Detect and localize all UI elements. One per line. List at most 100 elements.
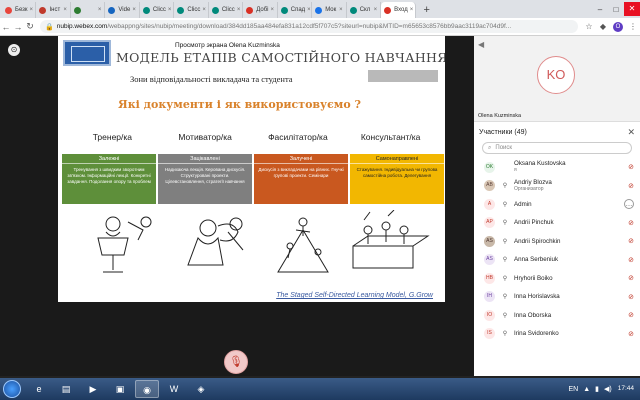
participant-audio-icon: ⚲ bbox=[502, 312, 508, 319]
close-panel-icon[interactable]: ✕ bbox=[627, 127, 635, 138]
folder-taskbar-icon[interactable]: ▤ bbox=[54, 380, 78, 398]
tab-label: Vide bbox=[118, 7, 131, 13]
participant-row[interactable]: A ⚲ Admin… bbox=[474, 195, 640, 214]
tab-close-icon[interactable]: × bbox=[408, 7, 414, 13]
participant-row[interactable]: OK Oksana Kustovska я ⊘ bbox=[474, 158, 640, 177]
speaker-name: Olena Kuzminska bbox=[478, 113, 522, 119]
role-facilitator: Фасилітатор/ка bbox=[268, 132, 328, 142]
browser-tab[interactable]: Clicc × bbox=[140, 2, 175, 18]
browser-tab[interactable]: Мок × bbox=[312, 2, 347, 18]
tab-favicon-icon bbox=[384, 6, 392, 14]
browser-tab[interactable]: Інст × bbox=[36, 2, 71, 18]
participant-row[interactable]: AS ⚲ Andrii Spirochkin ⊘ bbox=[474, 232, 640, 251]
share-options-icon[interactable]: ⊙ bbox=[8, 44, 20, 56]
tab-close-icon[interactable]: × bbox=[269, 7, 275, 13]
participant-audio-icon: ⚲ bbox=[502, 183, 508, 190]
chrome-taskbar-icon[interactable]: ◉ bbox=[135, 380, 159, 398]
media-taskbar-icon[interactable]: ▶ bbox=[81, 380, 105, 398]
tab-close-icon[interactable]: × bbox=[372, 7, 378, 13]
screen-share-label: Просмотр экрана Olena Kuzminska bbox=[175, 42, 280, 49]
participant-row[interactable]: IS ⚲ Irina Svidorenko ⊘ bbox=[474, 325, 640, 344]
windows-taskbar: e ▤ ▶ ▣ ◉ W ◈ EN ▲ ▮ ◀) 17:44 bbox=[0, 378, 640, 400]
muted-mic-icon: ⊘ bbox=[628, 330, 634, 338]
webex-taskbar-icon[interactable]: ◈ bbox=[189, 380, 213, 398]
forward-icon[interactable]: → bbox=[12, 22, 24, 32]
participant-row[interactable]: AS ⚲ Anna Serbeniuk ⊘ bbox=[474, 251, 640, 270]
microphone-mute-button[interactable]: 🎙 bbox=[224, 350, 248, 374]
back-icon[interactable]: ← bbox=[0, 22, 12, 32]
language-indicator[interactable]: EN bbox=[568, 386, 578, 393]
participant-row[interactable]: AB ⚲ Andriy Blozva Организатор ⊘ bbox=[474, 177, 640, 196]
tab-label: Clicc bbox=[187, 7, 201, 13]
maximize-icon[interactable]: □ bbox=[608, 5, 624, 14]
tab-list: Безк × Інст × × Vide × Clicc × Clicc × Clicc × Добі × С… bbox=[2, 0, 416, 18]
browser-tab[interactable]: Vide × bbox=[105, 2, 140, 18]
tab-close-icon[interactable]: × bbox=[96, 7, 102, 13]
tab-close-icon[interactable]: × bbox=[337, 7, 343, 13]
stage-illustrations bbox=[97, 210, 430, 273]
tab-label: Clicc bbox=[221, 7, 235, 13]
slide-footer: The Staged Self-Directed Learning Model,… bbox=[276, 292, 433, 299]
panel-back-icon[interactable]: ◀ bbox=[478, 40, 484, 49]
tab-favicon-icon bbox=[315, 6, 323, 14]
browser-tab[interactable]: Скл × bbox=[347, 2, 382, 18]
meeting-stage: ⊙ Просмотр экрана Olena Kuzminska МОДЕЛЬ… bbox=[0, 36, 474, 376]
tab-favicon-icon bbox=[39, 6, 47, 14]
tab-close-icon[interactable]: × bbox=[61, 7, 67, 13]
participant-search-input[interactable]: ⌕ Поиск bbox=[482, 142, 632, 154]
minimize-icon[interactable]: – bbox=[592, 5, 608, 14]
browser-tab[interactable]: Добі × bbox=[243, 2, 278, 18]
reload-icon[interactable]: ↻ bbox=[24, 21, 36, 32]
search-icon: ⌕ bbox=[488, 144, 492, 151]
participant-row[interactable]: HB ⚲ Hryhorii Boiko ⊘ bbox=[474, 269, 640, 288]
menu-icon[interactable]: ⋮ bbox=[628, 22, 638, 32]
participant-audio-icon: ⚲ bbox=[502, 238, 508, 245]
participant-audio-icon: ⚲ bbox=[502, 275, 508, 282]
browser-tab[interactable]: Clicc × bbox=[174, 2, 209, 18]
star-icon[interactable]: ☆ bbox=[584, 22, 594, 32]
network-icon[interactable]: ▮ bbox=[595, 385, 599, 393]
slide-subtitle: Зони відповідальності викладача та студе… bbox=[130, 74, 293, 84]
url-input[interactable]: 🔒 nubip.webex.com /webappng/sites/nubip/… bbox=[40, 20, 578, 33]
participant-name: Inna Oborska bbox=[514, 311, 552, 319]
tab-label: Скл bbox=[359, 7, 371, 13]
participant-row[interactable]: IO ⚲ Inna Oborska ⊘ bbox=[474, 306, 640, 325]
tab-close-icon[interactable]: × bbox=[130, 7, 136, 13]
profile-avatar[interactable]: O bbox=[613, 21, 623, 32]
redacted-area bbox=[368, 70, 438, 82]
start-button[interactable] bbox=[3, 380, 21, 398]
consultant-sketch bbox=[352, 210, 430, 269]
browser-tab[interactable]: × bbox=[71, 2, 106, 18]
ie-taskbar-icon[interactable]: e bbox=[27, 380, 51, 398]
volume-icon[interactable]: ◀) bbox=[604, 385, 612, 393]
facilitator-sketch bbox=[277, 217, 329, 273]
muted-mic-icon: ⊘ bbox=[628, 275, 634, 283]
participant-row[interactable]: IH ⚲ Inna Horislavska ⊘ bbox=[474, 288, 640, 307]
close-window-icon[interactable]: ✕ bbox=[624, 2, 640, 16]
tab-close-icon[interactable]: × bbox=[166, 7, 172, 13]
extension-icon[interactable]: ◆ bbox=[598, 22, 608, 32]
participant-audio-icon: ⚲ bbox=[502, 294, 508, 301]
tray-arrow-icon[interactable]: ▲ bbox=[583, 386, 590, 393]
participants-panel: ◀ KO Olena Kuzminska Участники (49) ✕ ⌕ … bbox=[474, 36, 640, 376]
address-bar: ← → ↻ 🔒 nubip.webex.com /webappng/sites/… bbox=[0, 18, 640, 36]
tab-label: Мок bbox=[325, 7, 337, 13]
tab-favicon-icon bbox=[5, 6, 12, 14]
tab-close-icon[interactable]: × bbox=[200, 7, 206, 13]
clock[interactable]: 17:44 bbox=[618, 385, 634, 393]
tab-close-icon[interactable]: × bbox=[305, 7, 311, 13]
word-taskbar-icon[interactable]: W bbox=[162, 380, 186, 398]
participant-row[interactable]: AP ⚲ Andrii Pinchuk ⊘ bbox=[474, 214, 640, 233]
tab-close-icon[interactable]: × bbox=[28, 7, 34, 13]
participant-name-block: Andrii Pinchuk bbox=[514, 219, 628, 226]
participant-audio-icon: ⚲ bbox=[502, 331, 508, 338]
tab-favicon-icon bbox=[280, 6, 288, 14]
browser-tab[interactable]: Clicc × bbox=[209, 2, 244, 18]
browser-tab[interactable]: Вход × bbox=[381, 2, 416, 18]
app-taskbar-icon[interactable]: ▣ bbox=[108, 380, 132, 398]
browser-tab[interactable]: Спад × bbox=[278, 2, 313, 18]
browser-tab[interactable]: Безк × bbox=[2, 2, 37, 18]
tab-close-icon[interactable]: × bbox=[235, 7, 241, 13]
more-options-icon[interactable]: … bbox=[624, 199, 634, 210]
new-tab-button[interactable]: + bbox=[420, 3, 434, 17]
